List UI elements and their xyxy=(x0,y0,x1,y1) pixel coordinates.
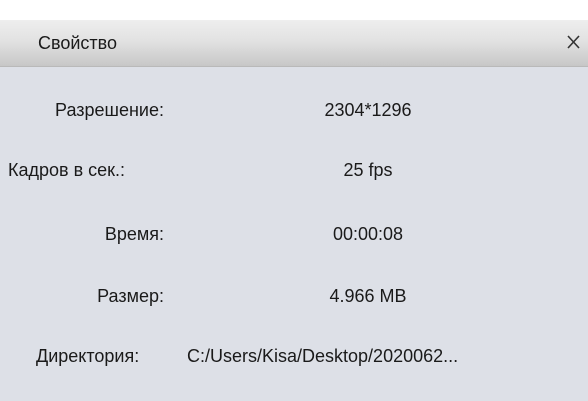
resolution-value: 2304*1296 xyxy=(324,100,412,120)
fps-row: Кадров в сек.: 25 fps xyxy=(0,160,588,186)
close-icon xyxy=(567,35,580,49)
title-bar[interactable]: Свойство xyxy=(0,20,588,67)
dialog-title: Свойство xyxy=(38,33,118,53)
close-button[interactable] xyxy=(557,24,588,60)
fps-value: 25 fps xyxy=(343,160,393,180)
resolution-label: Разрешение: xyxy=(55,100,164,120)
resolution-row: Разрешение: 2304*1296 xyxy=(0,100,588,126)
directory-label: Директория: xyxy=(36,346,140,366)
size-value: 4.966 MB xyxy=(329,286,407,306)
properties-dialog: Свойство Разрешение: 2304*1296 Кадров в … xyxy=(0,20,588,401)
directory-value: C:/Users/Kisa/Desktop/2020062... xyxy=(187,346,459,366)
time-row: Время: 00:00:08 xyxy=(0,224,588,250)
size-label: Размер: xyxy=(97,286,164,306)
fps-label: Кадров в сек.: xyxy=(8,160,126,180)
time-label: Время: xyxy=(104,224,164,244)
directory-row: Директория: C:/Users/Kisa/Desktop/202006… xyxy=(0,346,588,372)
time-value: 00:00:08 xyxy=(332,224,404,244)
size-row: Размер: 4.966 MB xyxy=(0,286,588,312)
